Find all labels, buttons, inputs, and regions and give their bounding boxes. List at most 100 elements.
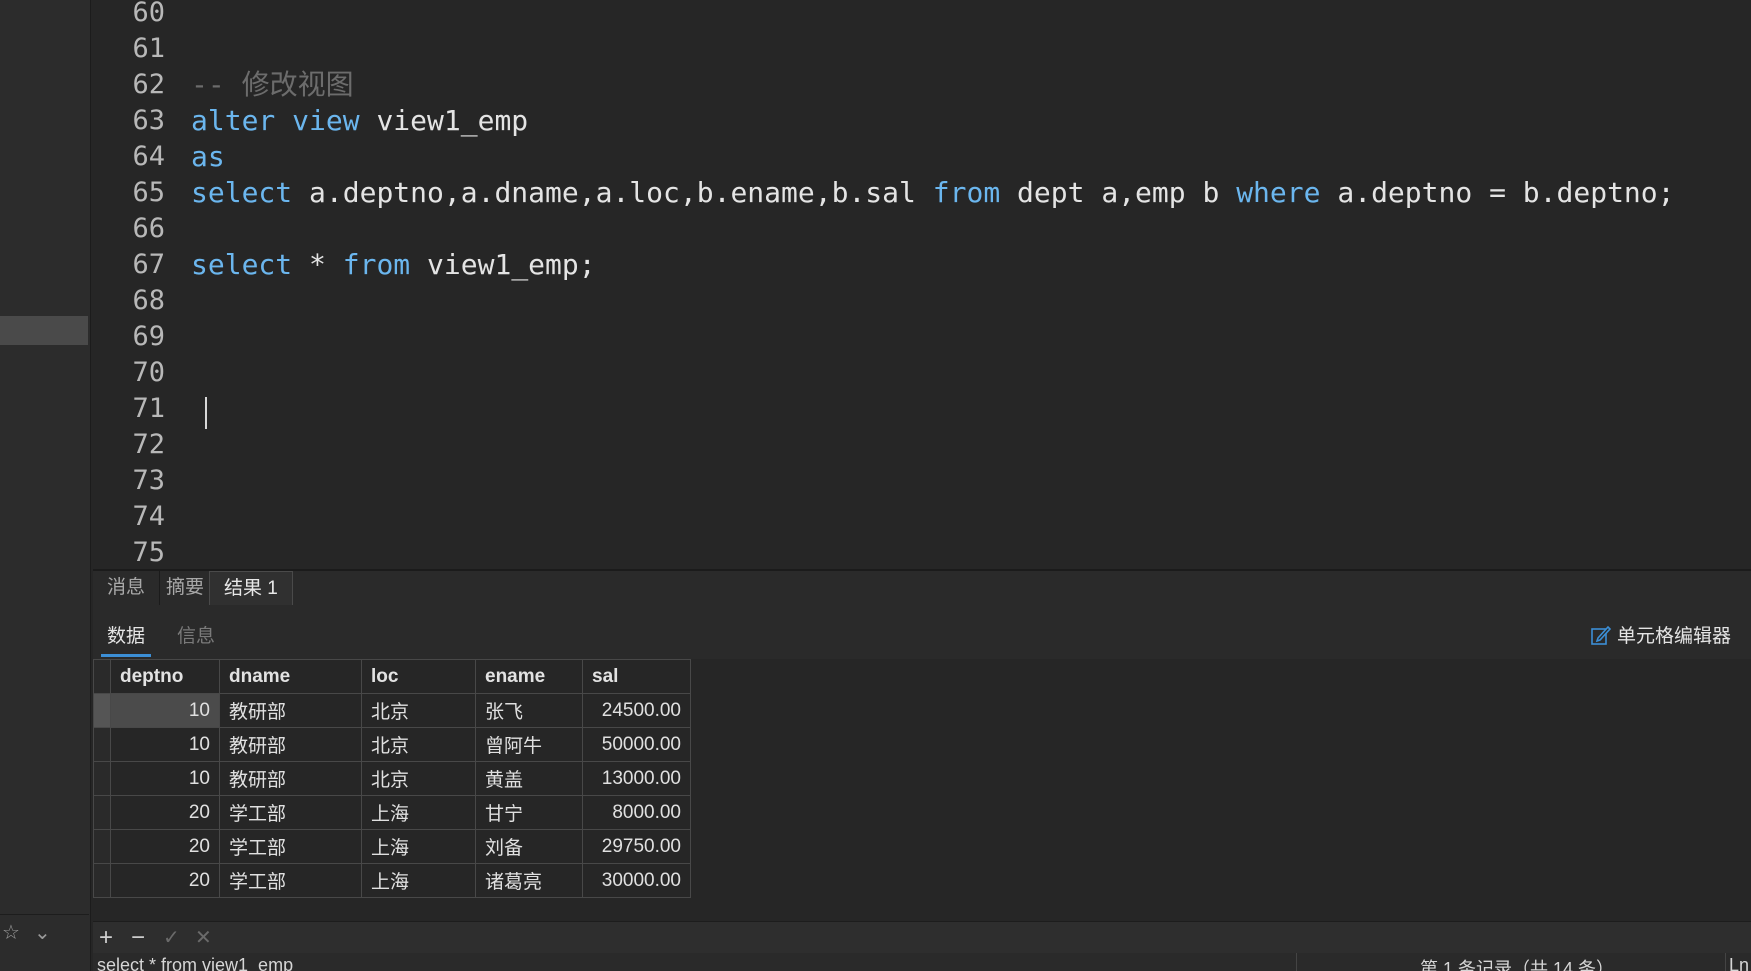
code-line[interactable]: 67 select * from view1_emp; bbox=[93, 247, 1751, 283]
table-cell[interactable]: 上海 bbox=[361, 863, 476, 898]
line-number: 74 bbox=[132, 501, 165, 532]
sql-keyword: alter bbox=[191, 104, 276, 137]
table-cell[interactable]: 教研部 bbox=[219, 693, 362, 728]
table-cell[interactable]: 北京 bbox=[361, 727, 476, 762]
delete-record-icon[interactable]: − bbox=[131, 922, 145, 954]
row-header[interactable] bbox=[93, 795, 111, 830]
code-text: as bbox=[191, 139, 225, 175]
grid-toolbar: + − ✓ ✕ bbox=[93, 921, 1751, 954]
table-cell[interactable]: 刘备 bbox=[475, 829, 583, 864]
table-cell[interactable]: 29750.00 bbox=[582, 829, 691, 864]
result-table[interactable]: deptno dname loc ename sal 10 教研部 北京 张飞 24500.00… bbox=[93, 659, 691, 898]
sql-keyword: select bbox=[191, 176, 293, 209]
table-cell[interactable]: 学工部 bbox=[219, 795, 362, 830]
status-divider bbox=[1296, 953, 1297, 971]
table-cell[interactable]: 黄盖 bbox=[475, 761, 583, 796]
result-tab[interactable]: 结果 1 bbox=[209, 571, 293, 605]
table-cell[interactable]: 20 bbox=[110, 829, 220, 864]
table-cell[interactable]: 曾阿牛 bbox=[475, 727, 583, 762]
table-cell[interactable]: 学工部 bbox=[219, 829, 362, 864]
sql-text: a.deptno = b.deptno; bbox=[1320, 176, 1675, 209]
status-record-count: 第 1 条记录（共 14 条） bbox=[1420, 959, 1615, 971]
code-line[interactable]: 62 -- 修改视图 bbox=[93, 67, 1751, 103]
line-number: 60 bbox=[132, 0, 165, 28]
column-header[interactable]: ename bbox=[475, 659, 583, 694]
code-line[interactable]: 61 bbox=[93, 31, 1751, 67]
cell-editor-button[interactable]: 单元格编辑器 bbox=[1590, 621, 1731, 648]
table-row[interactable]: 10 教研部 北京 曾阿牛 50000.00 bbox=[93, 727, 691, 762]
column-header[interactable]: sal bbox=[582, 659, 691, 694]
line-number: 75 bbox=[132, 537, 165, 568]
table-cell[interactable]: 24500.00 bbox=[582, 693, 691, 728]
code-line[interactable]: 75 bbox=[93, 535, 1751, 571]
code-line[interactable]: 69 bbox=[93, 319, 1751, 355]
table-cell[interactable]: 上海 bbox=[361, 829, 476, 864]
tab-data[interactable]: 数据 bbox=[100, 621, 152, 657]
code-line[interactable]: 73 bbox=[93, 463, 1751, 499]
collapse-icon[interactable]: ⌄ bbox=[34, 920, 51, 945]
table-row[interactable]: 10 教研部 北京 张飞 24500.00 bbox=[93, 693, 691, 728]
table-row[interactable]: 10 教研部 北京 黄盖 13000.00 bbox=[93, 761, 691, 796]
row-header[interactable] bbox=[93, 761, 111, 796]
line-number: 61 bbox=[132, 33, 165, 64]
sql-comment: -- 修改视图 bbox=[191, 68, 354, 101]
code-line[interactable]: 64 as bbox=[93, 139, 1751, 175]
table-cell[interactable]: 教研部 bbox=[219, 761, 362, 796]
table-cell[interactable]: 张飞 bbox=[475, 693, 583, 728]
discard-changes-icon[interactable]: ✕ bbox=[195, 922, 212, 954]
code-line[interactable]: 74 bbox=[93, 499, 1751, 535]
code-text: select * from view1_emp; bbox=[191, 247, 596, 283]
row-header[interactable] bbox=[93, 727, 111, 762]
code-line[interactable]: 68 bbox=[93, 283, 1751, 319]
sql-keyword: where bbox=[1236, 176, 1321, 209]
column-header[interactable]: dname bbox=[219, 659, 362, 694]
table-cell[interactable]: 30000.00 bbox=[582, 863, 691, 898]
code-line[interactable]: 65 select a.deptno,a.dname,a.loc,b.ename,… bbox=[93, 175, 1751, 211]
table-cell[interactable]: 20 bbox=[110, 795, 220, 830]
table-cell[interactable]: 教研部 bbox=[219, 727, 362, 762]
code-line[interactable]: 63 alter view view1_emp bbox=[93, 103, 1751, 139]
sql-editor[interactable]: 60 61 62 -- 修改视图 63 alter view view1_emp 64 as 6… bbox=[93, 0, 1751, 568]
table-cell[interactable]: 13000.00 bbox=[582, 761, 691, 796]
tab-info[interactable]: 信息 bbox=[177, 621, 215, 648]
cell-editor-label: 单元格编辑器 bbox=[1616, 626, 1731, 647]
table-row[interactable]: 20 学工部 上海 刘备 29750.00 bbox=[93, 829, 691, 864]
result-grid[interactable]: deptno dname loc ename sal 10 教研部 北京 张飞 24500.00… bbox=[93, 659, 1751, 921]
table-row[interactable]: 20 学工部 上海 甘宁 8000.00 bbox=[93, 795, 691, 830]
table-cell[interactable]: 10 bbox=[110, 761, 220, 796]
row-header[interactable] bbox=[93, 863, 111, 898]
column-header[interactable]: loc bbox=[361, 659, 476, 694]
table-cell[interactable]: 北京 bbox=[361, 693, 476, 728]
code-line[interactable]: 72 bbox=[93, 427, 1751, 463]
line-number: 62 bbox=[132, 69, 165, 100]
table-row[interactable]: 20 学工部 上海 诸葛亮 30000.00 bbox=[93, 863, 691, 898]
code-line[interactable]: 66 bbox=[93, 211, 1751, 247]
column-header[interactable]: deptno bbox=[110, 659, 220, 694]
code-line[interactable]: 71 bbox=[93, 391, 1751, 429]
row-header[interactable] bbox=[93, 829, 111, 864]
table-cell[interactable]: 50000.00 bbox=[582, 727, 691, 762]
line-number: 67 bbox=[132, 249, 165, 280]
apply-changes-icon[interactable]: ✓ bbox=[163, 922, 180, 954]
table-cell[interactable]: 8000.00 bbox=[582, 795, 691, 830]
code-line[interactable]: 60 bbox=[93, 0, 1751, 31]
result-subbar: 数据 信息 单元格编辑器 bbox=[93, 605, 1751, 659]
sql-text: view1_emp; bbox=[410, 248, 596, 281]
code-text: -- 修改视图 bbox=[191, 67, 354, 103]
sql-text: * bbox=[292, 248, 343, 281]
table-cell[interactable]: 学工部 bbox=[219, 863, 362, 898]
star-icon[interactable]: ☆ bbox=[2, 920, 20, 945]
table-cell[interactable]: 10 bbox=[110, 727, 220, 762]
table-cell[interactable]: 甘宁 bbox=[475, 795, 583, 830]
table-cell[interactable]: 上海 bbox=[361, 795, 476, 830]
table-cell[interactable]: 北京 bbox=[361, 761, 476, 796]
sql-keyword: select bbox=[191, 248, 293, 281]
table-cell[interactable]: 诸葛亮 bbox=[475, 863, 583, 898]
result-tab[interactable]: 消息 bbox=[93, 571, 161, 605]
table-cell[interactable]: 20 bbox=[110, 863, 220, 898]
navigator-selected-row[interactable] bbox=[0, 316, 88, 345]
add-record-icon[interactable]: + bbox=[99, 922, 113, 954]
code-line[interactable]: 70 bbox=[93, 355, 1751, 391]
table-cell[interactable]: 10 bbox=[110, 693, 220, 728]
row-header[interactable] bbox=[93, 693, 111, 728]
